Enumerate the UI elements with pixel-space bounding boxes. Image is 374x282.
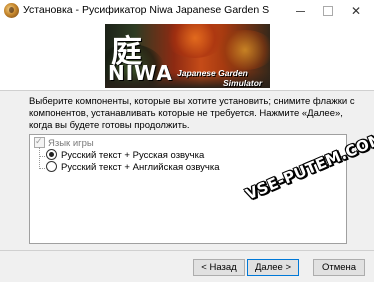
divider: [0, 250, 374, 251]
minimize-button[interactable]: [286, 0, 314, 22]
app-icon: [4, 3, 19, 18]
instructions-text: Выберите компоненты, которые вы хотите у…: [29, 96, 355, 131]
minimize-icon: [295, 11, 305, 13]
components-list[interactable]: Язык игры Русский текст + Русская озвучк…: [29, 134, 347, 244]
tree-line: [39, 147, 40, 169]
back-button[interactable]: < Назад: [193, 259, 245, 276]
option-english-voice[interactable]: Русский текст + Английская озвучка: [46, 161, 220, 174]
window-title: Установка - Русификатор Niwa Japanese Ga…: [23, 4, 270, 16]
radio-selected-icon[interactable]: [46, 149, 57, 160]
option-label: Русский текст + Английская озвучка: [61, 162, 220, 174]
radio-unselected-icon[interactable]: [46, 161, 57, 172]
game-logo-image: 庭 NIWA Japanese Garden Simulator: [105, 24, 270, 88]
tree-line: [39, 156, 45, 157]
next-button[interactable]: Далее >: [247, 259, 299, 276]
component-group-label: Язык игры: [48, 138, 94, 150]
maximize-button[interactable]: [314, 0, 342, 22]
logo-title: NIWA: [108, 61, 173, 85]
cancel-button[interactable]: Отмена: [313, 259, 365, 276]
logo-subtitle-line1: Japanese Garden: [177, 68, 248, 78]
component-group-game-language[interactable]: Язык игры: [34, 135, 94, 150]
logo-subtitle-line2: Simulator: [223, 78, 263, 88]
maximize-icon: [323, 5, 333, 16]
foliage-decoration: [215, 30, 270, 70]
header-banner: 庭 NIWA Japanese Garden Simulator: [0, 22, 374, 91]
close-button[interactable]: ✕: [342, 0, 370, 22]
option-label: Русский текст + Русская озвучка: [61, 150, 205, 162]
option-russian-voice[interactable]: Русский текст + Русская озвучка: [46, 149, 205, 162]
installer-window: Установка - Русификатор Niwa Japanese Ga…: [0, 0, 374, 282]
tree-line: [39, 168, 45, 169]
title-bar: Установка - Русификатор Niwa Japanese Ga…: [0, 0, 374, 23]
